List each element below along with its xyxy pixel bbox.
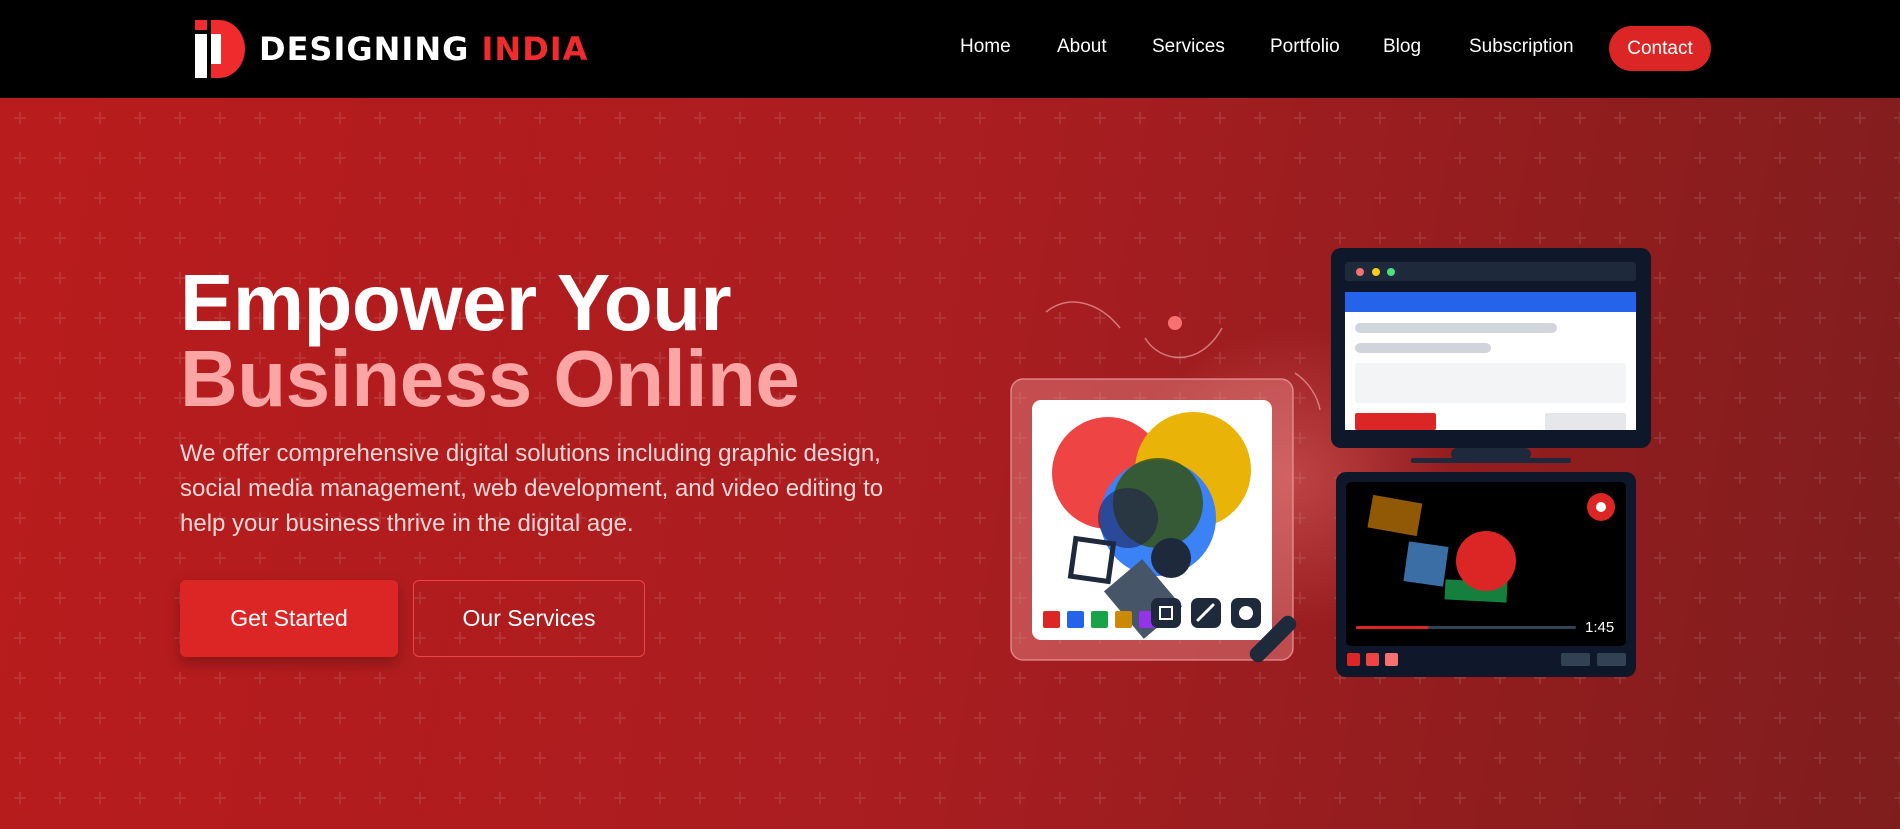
swatch-yellow [1115,611,1132,628]
contact-button[interactable]: Contact [1609,26,1711,71]
swatch-red [1043,611,1060,628]
brand-logo[interactable]: DESIGNING INDIA [195,20,588,78]
nav-link-home[interactable]: Home [960,36,1011,58]
top-navbar: DESIGNING INDIA Home About Services Port… [0,0,1900,98]
square-tool-icon [1151,598,1181,628]
brand-name-accent: INDIA [481,30,589,68]
design-tablet-illustration [1010,378,1297,663]
video-time-label: 1:45 [1585,619,1615,636]
hero-section: Empower Your Business Online We offer co… [0,98,1900,829]
nav-link-about[interactable]: About [1057,36,1107,58]
logo-mark-icon [195,20,245,78]
decorative-dot [1168,316,1182,330]
video-player-illustration [1336,472,1636,677]
brand-name: DESIGNING INDIA [259,30,588,68]
hero-illustration [1010,248,1651,677]
monitor-illustration [1331,248,1651,463]
nav-link-subscription[interactable]: Subscription [1469,36,1574,58]
brand-name-primary: DESIGNING [259,30,470,68]
swatch-blue [1067,611,1084,628]
nav-link-portfolio[interactable]: Portfolio [1270,36,1340,58]
swatch-green [1091,611,1108,628]
video-progress-fill [1356,626,1429,629]
nav-link-blog[interactable]: Blog [1383,36,1421,58]
nav-link-services[interactable]: Services [1152,36,1225,58]
